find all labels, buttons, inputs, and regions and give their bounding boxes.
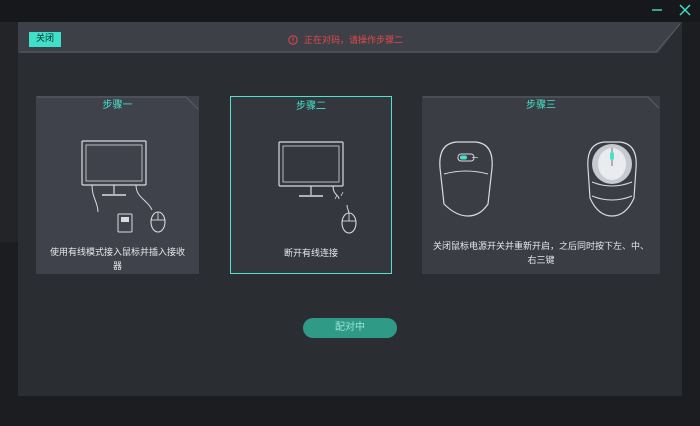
status-message: 正在对码，请操作步骤二 xyxy=(288,32,403,47)
step-one-text: 使用有线模式接入鼠标并插入接收器 xyxy=(49,248,185,272)
pairing-dialog: 关闭 正在对码，请操作步骤二 步骤一 使用有线模式接入鼠标并插入接收器 步骤二 … xyxy=(18,22,682,396)
step-three-text: 关闭鼠标电源开关并重新开启，之后同时按下左、中、右三键 xyxy=(432,242,649,266)
window-titlebar xyxy=(0,0,700,22)
mouse-bottom-illustration xyxy=(439,141,493,217)
step-one-card: 步骤一 使用有线模式接入鼠标并插入接收器 xyxy=(36,96,199,274)
close-icon xyxy=(679,4,691,16)
status-text: 正在对码，请操作步骤二 xyxy=(304,36,404,46)
step-three-card: 步骤三 关闭鼠标电源开关并重新开启，之后同时按下左、中、右三键 xyxy=(422,96,660,274)
monitor-disconnect-illustration xyxy=(278,141,357,234)
mouse-top-illustration xyxy=(587,141,637,217)
minimize-icon xyxy=(652,9,662,11)
step-two-card: 步骤二 断开有线连接 xyxy=(230,96,392,274)
step-one-title: 步骤一 xyxy=(102,100,133,111)
step-two-title: 步骤二 xyxy=(296,101,326,112)
step-three-title: 步骤三 xyxy=(526,100,556,111)
background-strip xyxy=(0,22,18,242)
minimize-button[interactable] xyxy=(650,1,664,19)
dialog-close-button[interactable]: 关闭 xyxy=(29,32,61,47)
step-two-text: 断开有线连接 xyxy=(283,249,338,259)
window-controls xyxy=(650,1,692,19)
pairing-button[interactable]: 配对中 xyxy=(303,318,397,338)
window-close-button[interactable] xyxy=(678,1,692,19)
warning-icon xyxy=(288,34,298,45)
monitor-receiver-mouse-illustration xyxy=(81,140,166,233)
